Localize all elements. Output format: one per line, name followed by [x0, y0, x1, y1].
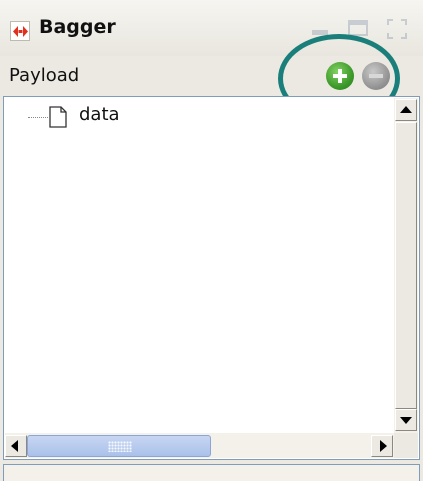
- arrow-left-icon[interactable]: [5, 435, 27, 457]
- horizontal-scroll-thumb[interactable]: [27, 435, 211, 457]
- payload-tree: data: [3, 96, 420, 460]
- scrollbar-corner: [394, 433, 418, 458]
- bagger-logo-icon: [10, 21, 30, 41]
- panel-title: Bagger: [39, 16, 116, 38]
- vertical-scroll-thumb[interactable]: [395, 122, 417, 409]
- maximize-icon[interactable]: [386, 18, 408, 44]
- tree-view[interactable]: data: [5, 98, 395, 432]
- payload-label: Payload: [9, 65, 80, 86]
- bagger-panel: Bagger Payload data: [0, 0, 423, 481]
- arrow-up-icon[interactable]: [395, 99, 417, 121]
- horizontal-scrollbar[interactable]: [5, 433, 394, 458]
- arrow-right-icon[interactable]: [371, 435, 393, 457]
- vertical-scrollbar[interactable]: [394, 98, 418, 433]
- tree-item-label: data: [79, 104, 120, 125]
- bottom-panel-edge: [3, 464, 420, 481]
- arrow-down-icon[interactable]: [395, 409, 417, 431]
- tree-connector: [28, 117, 48, 118]
- file-icon: [49, 106, 67, 132]
- scroll-grip: [108, 441, 132, 452]
